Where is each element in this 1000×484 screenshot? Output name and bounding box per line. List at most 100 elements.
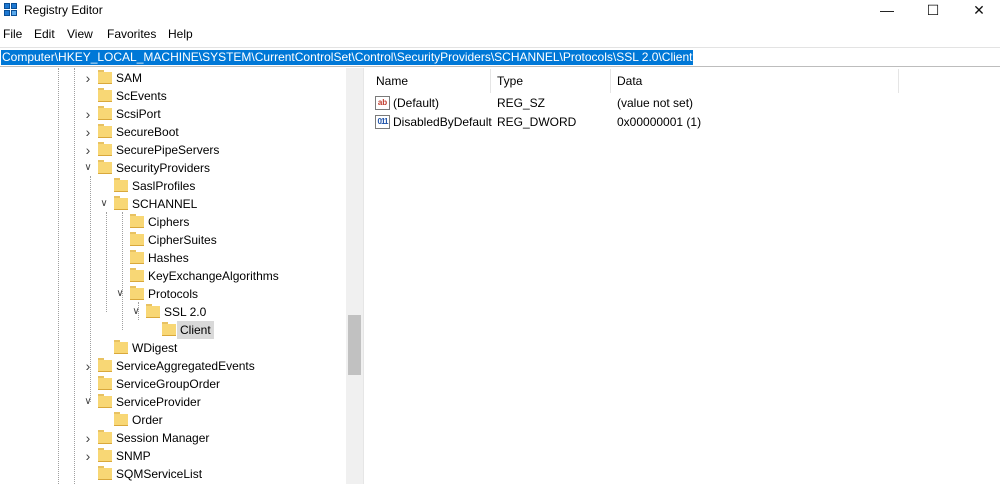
tree-item-label[interactable]: SaslProfiles [129, 177, 198, 195]
tree-item-label[interactable]: ServiceAggregatedEvents [113, 357, 258, 375]
tree-item[interactable]: › SAM [0, 69, 346, 87]
tree-item-label[interactable]: Protocols [145, 285, 201, 303]
tree-item-label[interactable]: SecureBoot [113, 123, 182, 141]
menu-edit[interactable]: Edit [34, 27, 55, 41]
tree-item-label[interactable]: ScsiPort [113, 105, 164, 123]
value-row[interactable]: 011 DisabledByDefault REG_DWORD 0x00000001 … [370, 113, 1000, 131]
folder-icon [98, 430, 112, 444]
tree-item[interactable]: SaslProfiles [0, 177, 346, 195]
title-bar: Registry Editor — ☐ ✕ [0, 0, 1000, 22]
menu-file[interactable]: File [3, 27, 22, 41]
tree-item[interactable]: KeyExchangeAlgorithms [0, 267, 346, 285]
chevron-down-icon[interactable]: ∨ [82, 161, 94, 175]
value-data: 0x00000001 (1) [617, 115, 702, 129]
chevron-right-icon[interactable]: › [82, 125, 94, 139]
tree-guide-line [74, 68, 75, 484]
tree-item[interactable]: ∨ Protocols [0, 285, 346, 303]
chevron-right-icon[interactable]: › [82, 359, 94, 373]
tree-item[interactable]: WDigest [0, 339, 346, 357]
tree-item-label[interactable]: SCHANNEL [129, 195, 200, 213]
key-tree[interactable]: › SAM ScEvents › ScsiPort › SecureBoot › SecureP… [0, 68, 362, 484]
chevron-down-icon[interactable]: ∨ [98, 197, 110, 211]
folder-icon [98, 88, 112, 102]
tree-item[interactable]: › ServiceAggregatedEvents [0, 357, 346, 375]
tree-item-label[interactable]: Ciphers [145, 213, 192, 231]
tree-item-label[interactable]: WDigest [129, 339, 180, 357]
maximize-button[interactable]: ☐ [910, 0, 956, 22]
folder-icon [130, 250, 144, 264]
tree-item-label[interactable]: CipherSuites [145, 231, 220, 249]
tree-item[interactable]: SQMServiceList [0, 465, 346, 483]
tree-item[interactable]: ServiceGroupOrder [0, 375, 346, 393]
address-path[interactable]: Computer\HKEY_LOCAL_MACHINE\SYSTEM\Curre… [1, 50, 694, 65]
tree-item-label[interactable]: Session Manager [113, 429, 212, 447]
column-header-type[interactable]: Type [491, 69, 611, 93]
folder-icon [114, 196, 128, 210]
tree-item[interactable]: ∨ SecurityProviders [0, 159, 346, 177]
folder-icon [130, 286, 144, 300]
tree-item[interactable]: › SNMP [0, 447, 346, 465]
chevron-down-icon[interactable]: ∨ [82, 395, 94, 409]
tree-item[interactable]: ScEvents [0, 87, 346, 105]
tree-item-label[interactable]: SQMServiceList [113, 465, 205, 483]
tree-item[interactable]: Hashes [0, 249, 346, 267]
folder-icon [98, 124, 112, 138]
tree-item[interactable]: › SecureBoot [0, 123, 346, 141]
tree-guide-line [90, 176, 91, 402]
tree-item-label[interactable]: SecurePipeServers [113, 141, 222, 159]
tree-item[interactable]: ∨ SCHANNEL [0, 195, 346, 213]
tree-item-label[interactable]: ServiceProvider [113, 393, 204, 411]
tree-scrollbar[interactable] [346, 68, 363, 484]
tree-item[interactable]: › SecurePipeServers [0, 141, 346, 159]
folder-icon [130, 268, 144, 282]
chevron-down-icon[interactable]: ∨ [130, 305, 142, 319]
tree-item[interactable]: Order [0, 411, 346, 429]
tree-item[interactable]: › Session Manager [0, 429, 346, 447]
tree-guide-line [138, 302, 139, 320]
tree-item-label[interactable]: KeyExchangeAlgorithms [145, 267, 282, 285]
string-value-icon: ab [375, 96, 390, 110]
folder-icon [114, 412, 128, 426]
chevron-down-icon[interactable]: ∨ [114, 287, 126, 301]
tree-item-label[interactable]: SAM [113, 69, 145, 87]
tree-item-label[interactable]: ScEvents [113, 87, 170, 105]
value-row[interactable]: ab (Default) REG_SZ (value not set) [370, 94, 1000, 112]
tree-item[interactable]: ∨ ServiceProvider [0, 393, 346, 411]
chevron-right-icon[interactable]: › [82, 71, 94, 85]
window-title: Registry Editor [24, 3, 103, 17]
value-name: DisabledByDefault [393, 115, 492, 129]
chevron-right-icon[interactable]: › [82, 107, 94, 121]
tree-item-label[interactable]: Hashes [145, 249, 192, 267]
tree-item-label[interactable]: SNMP [113, 447, 154, 465]
menu-help[interactable]: Help [168, 27, 193, 41]
tree-item-label[interactable]: SSL 2.0 [161, 303, 209, 321]
column-header-name[interactable]: Name [370, 69, 491, 93]
folder-icon [130, 214, 144, 228]
address-bar[interactable]: Computer\HKEY_LOCAL_MACHINE\SYSTEM\Curre… [0, 47, 1000, 67]
chevron-right-icon[interactable]: › [82, 143, 94, 157]
tree-item-label[interactable]: SecurityProviders [113, 159, 213, 177]
tree-item[interactable]: CipherSuites [0, 231, 346, 249]
tree-scrollbar-thumb[interactable] [348, 315, 361, 375]
chevron-right-icon[interactable]: › [82, 449, 94, 463]
menu-bar: File Edit View Favorites Help [0, 26, 1000, 44]
folder-icon [98, 394, 112, 408]
tree-item[interactable]: ∨ SSL 2.0 [0, 303, 346, 321]
folder-icon [114, 340, 128, 354]
folder-icon [98, 376, 112, 390]
close-button[interactable]: ✕ [956, 0, 1000, 22]
tree-guide-line [58, 68, 59, 484]
tree-item[interactable]: › ScsiPort [0, 105, 346, 123]
tree-item[interactable]: Ciphers [0, 213, 346, 231]
values-list[interactable]: Name Type Data ab (Default) REG_SZ (value n… [370, 68, 1000, 484]
pane-splitter[interactable] [363, 68, 369, 484]
chevron-right-icon[interactable]: › [82, 431, 94, 445]
tree-item-label[interactable]: Client [177, 321, 214, 339]
tree-item-label[interactable]: ServiceGroupOrder [113, 375, 223, 393]
tree-item-label[interactable]: Order [129, 411, 166, 429]
menu-view[interactable]: View [67, 27, 93, 41]
column-header-data[interactable]: Data [611, 69, 899, 93]
tree-item[interactable]: Client [0, 321, 346, 339]
menu-favorites[interactable]: Favorites [107, 27, 156, 41]
minimize-button[interactable]: — [864, 0, 910, 22]
